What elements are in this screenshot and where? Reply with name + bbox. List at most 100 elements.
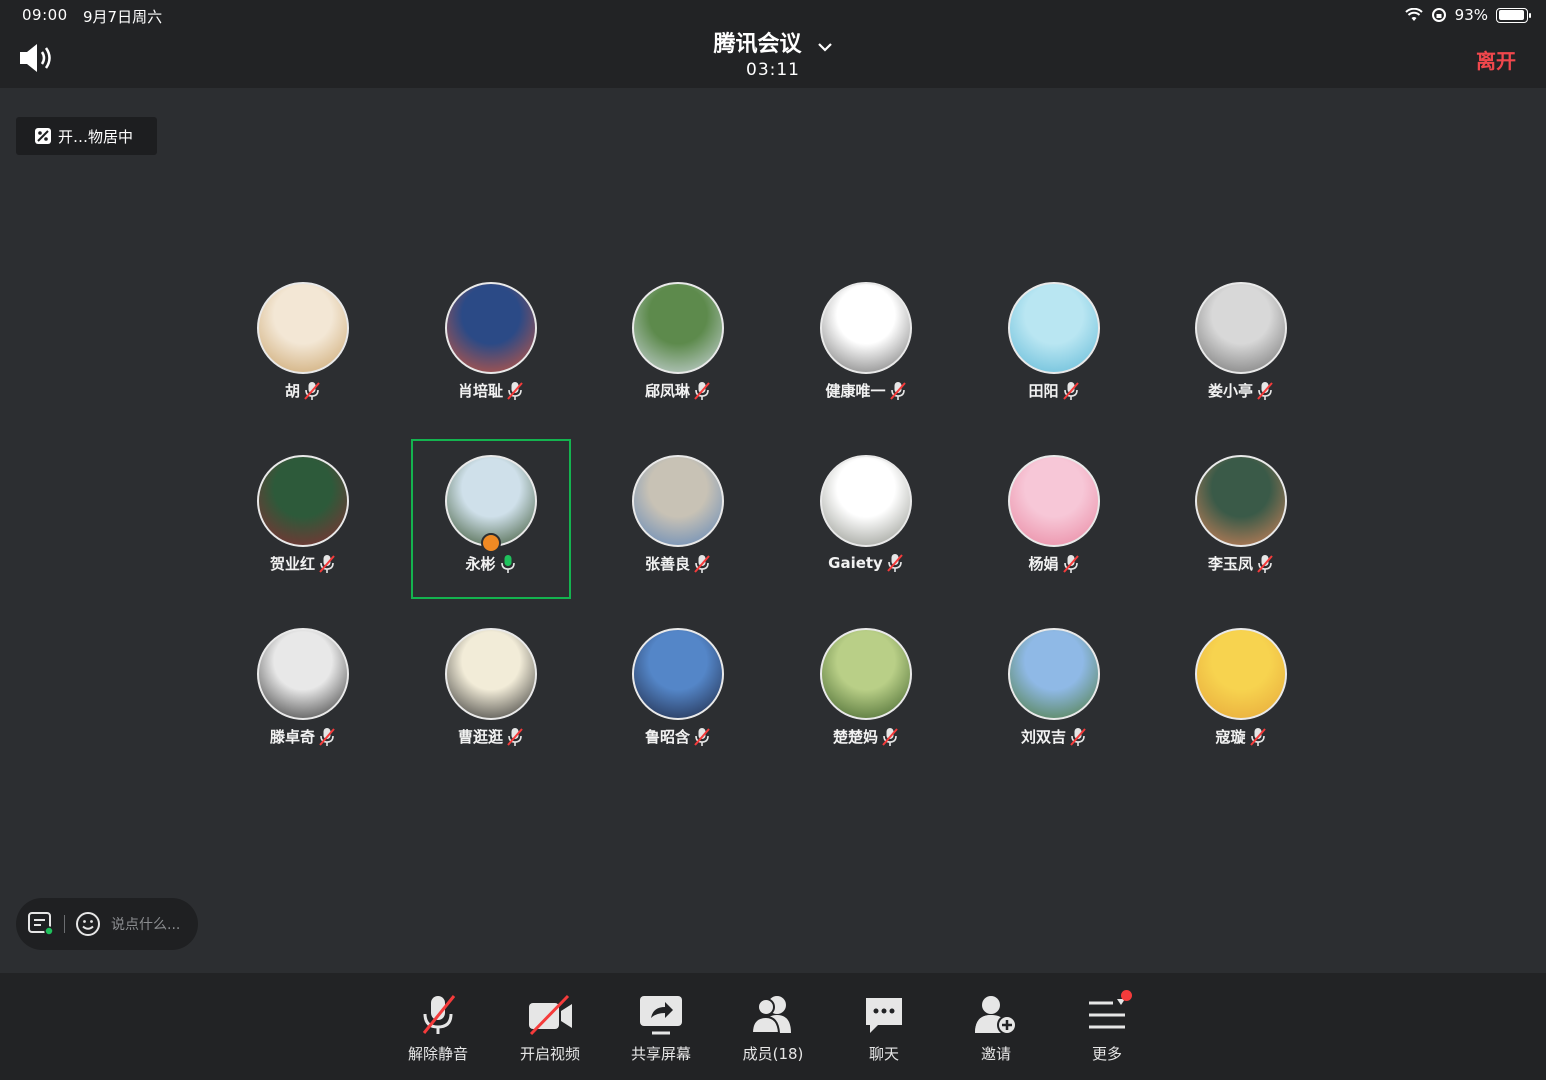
avatar xyxy=(445,628,537,720)
chat-button[interactable]: 聊天 xyxy=(839,993,929,1064)
participant-name-row: 胡 xyxy=(223,380,383,401)
chat-label: 聊天 xyxy=(868,1045,899,1063)
participant-tile[interactable]: 鲁昭含 xyxy=(598,628,758,788)
mic-muted-icon xyxy=(507,381,523,400)
avatar xyxy=(820,282,912,374)
mic-muted-icon xyxy=(1257,554,1273,573)
avatar xyxy=(820,628,912,720)
host-badge-icon xyxy=(481,533,501,553)
avatar xyxy=(632,455,724,547)
add-user-icon xyxy=(975,996,1017,1035)
participant-tile[interactable]: 贺业红 xyxy=(223,455,383,615)
participant-tile[interactable]: 健康唯一 xyxy=(786,282,946,442)
start-video-button[interactable]: 开启视频 xyxy=(505,993,595,1064)
chat-icon xyxy=(866,998,902,1033)
participant-name: 郈凤琳 xyxy=(644,382,690,400)
participant-name: 李玉凤 xyxy=(1207,555,1253,573)
mic-muted-icon xyxy=(304,381,320,400)
participant-name: 滕卓奇 xyxy=(269,728,315,746)
participant-name-row: 贺业红 xyxy=(223,553,383,574)
unmute-button[interactable]: 解除静音 xyxy=(393,993,483,1064)
participant-name-row: 健康唯一 xyxy=(786,380,946,401)
participant-tile[interactable]: 田阳 xyxy=(974,282,1134,442)
avatar xyxy=(1195,628,1287,720)
participant-tile[interactable]: 杨娟 xyxy=(974,455,1134,615)
unmute-label: 解除静音 xyxy=(407,1045,468,1063)
participant-name-row: 郈凤琳 xyxy=(598,380,758,401)
avatar xyxy=(445,282,537,374)
participant-name: 张善良 xyxy=(644,555,690,573)
share-screen-button[interactable]: 共享屏幕 xyxy=(616,993,706,1064)
mic-muted-icon xyxy=(889,381,906,400)
avatar xyxy=(257,455,349,547)
mic-muted-icon xyxy=(319,727,335,746)
participant-name: 寇璇 xyxy=(1215,728,1246,746)
participant-name-row: 寇璇 xyxy=(1161,726,1321,747)
mic-muted-icon xyxy=(422,995,456,1034)
participant-grid: 胡 肖培耻 郈凤琳 健康唯一 田阳 娄小亭贺业红 永彬 张善良 Gaiety 杨娟 李玉凤滕卓奇 曹逛… xyxy=(0,0,1546,1080)
participant-tile[interactable]: 郈凤琳 xyxy=(598,282,758,442)
emoji-icon[interactable] xyxy=(75,911,101,937)
video-off-icon xyxy=(529,994,572,1036)
participant-tile[interactable]: 曹逛逛 xyxy=(411,628,571,788)
mic-muted-icon xyxy=(1257,381,1273,400)
mic-muted-icon xyxy=(1249,727,1266,746)
participant-tile[interactable]: 娄小亭 xyxy=(1161,282,1321,442)
participant-name-row: 田阳 xyxy=(974,380,1134,401)
avatar xyxy=(1008,628,1100,720)
participant-tile[interactable]: 寇璇 xyxy=(1161,628,1321,788)
participant-name-row: 永彬 xyxy=(411,553,571,574)
participant-tile[interactable]: 张善良 xyxy=(598,455,758,615)
members-button[interactable]: 成员(18) xyxy=(728,993,818,1064)
participant-name-row: 娄小亭 xyxy=(1161,380,1321,401)
mic-muted-icon xyxy=(1062,554,1079,573)
participant-name-row: 张善良 xyxy=(598,553,758,574)
participant-name: 杨娟 xyxy=(1028,555,1059,573)
participant-tile[interactable]: Gaiety xyxy=(786,455,946,615)
chat-input-pill[interactable]: 说点什么... xyxy=(16,898,198,950)
mic-muted-icon xyxy=(887,554,903,572)
chat-placeholder[interactable]: 说点什么... xyxy=(111,914,180,934)
participant-name: 胡 xyxy=(284,382,300,400)
participant-tile[interactable]: 肖培耻 xyxy=(411,282,571,442)
avatar xyxy=(820,455,912,547)
mic-muted-icon xyxy=(319,554,335,573)
participant-name-row: Gaiety xyxy=(786,553,946,573)
avatar xyxy=(632,282,724,374)
avatar xyxy=(632,628,724,720)
participant-name: 鲁昭含 xyxy=(644,728,690,746)
participant-tile[interactable]: 胡 xyxy=(223,282,383,442)
participant-tile[interactable]: 永彬 xyxy=(411,439,571,599)
participant-name: 肖培耻 xyxy=(457,382,503,400)
mic-muted-icon xyxy=(694,554,710,573)
participant-name-row: 鲁昭含 xyxy=(598,726,758,747)
members-label: 成员(18) xyxy=(742,1045,804,1063)
subtitle-icon[interactable] xyxy=(28,912,54,936)
avatar xyxy=(257,282,349,374)
avatar xyxy=(1008,455,1100,547)
share-screen-label: 共享屏幕 xyxy=(630,1045,691,1063)
participant-name: 健康唯一 xyxy=(825,382,886,400)
invite-label: 邀请 xyxy=(980,1045,1011,1063)
participant-name-row: 曹逛逛 xyxy=(411,726,571,747)
mic-muted-icon xyxy=(1070,727,1086,746)
chat-divider xyxy=(64,915,65,933)
participant-tile[interactable]: 刘双吉 xyxy=(974,628,1134,788)
participant-name: 刘双吉 xyxy=(1020,728,1066,746)
participant-tile[interactable]: 滕卓奇 xyxy=(223,628,383,788)
invite-button[interactable]: 邀请 xyxy=(951,993,1041,1064)
mic-muted-icon xyxy=(1062,381,1079,400)
participant-tile[interactable]: 楚楚妈 xyxy=(786,628,946,788)
share-screen-icon xyxy=(640,996,682,1035)
participant-tile[interactable]: 李玉凤 xyxy=(1161,455,1321,615)
participant-name: 贺业红 xyxy=(269,555,315,573)
participant-name: 楚楚妈 xyxy=(832,728,878,746)
more-button[interactable]: 更多 xyxy=(1062,990,1152,1064)
avatar xyxy=(1195,282,1287,374)
mic-muted-icon xyxy=(694,727,710,746)
mic-muted-icon xyxy=(507,727,523,746)
mic-on-icon xyxy=(500,554,515,573)
notification-dot xyxy=(1121,990,1132,1001)
participant-name-row: 杨娟 xyxy=(974,553,1134,574)
start-video-label: 开启视频 xyxy=(519,1045,580,1063)
